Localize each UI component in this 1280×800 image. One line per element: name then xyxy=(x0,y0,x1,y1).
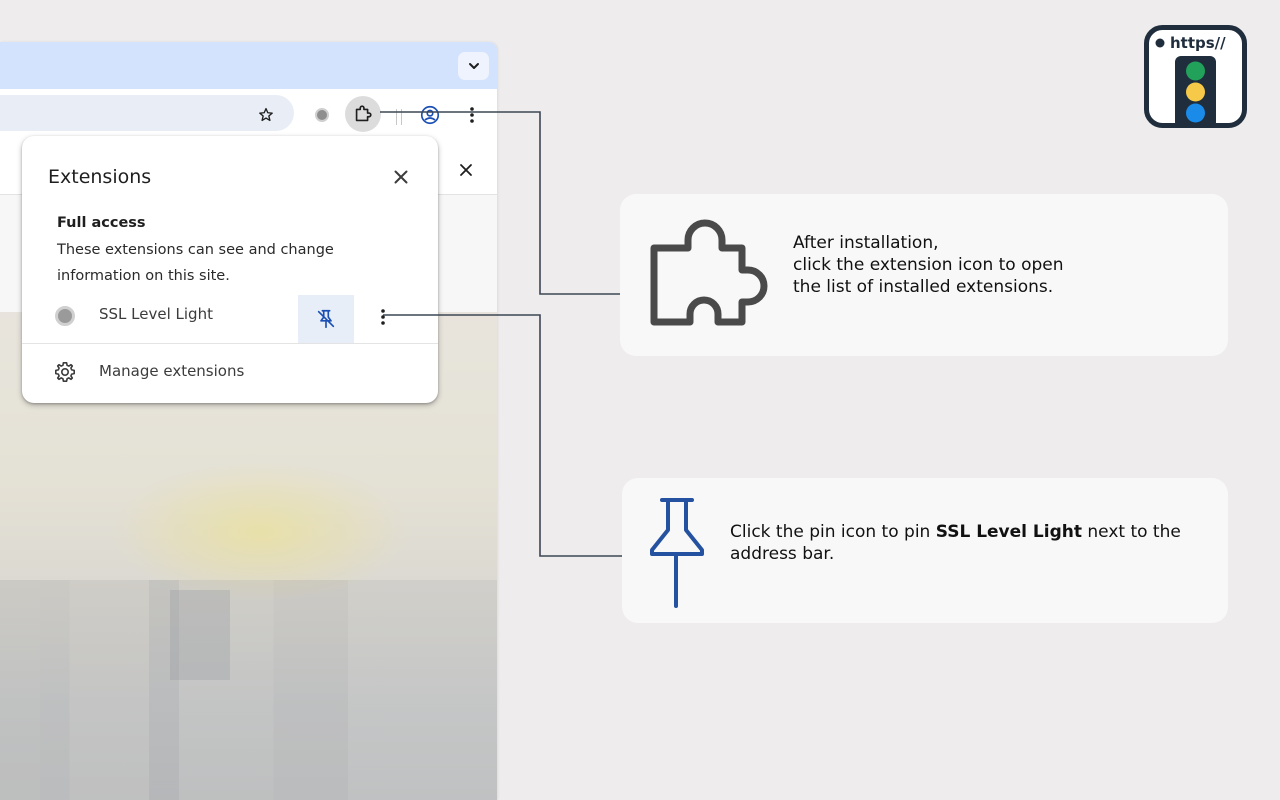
puzzle-icon xyxy=(355,105,372,122)
close-icon xyxy=(394,170,408,184)
kebab-menu-icon xyxy=(381,309,385,325)
popup-close-button[interactable] xyxy=(389,165,413,189)
browser-toolbar xyxy=(0,89,497,139)
callout-card-pin: Click the pin icon to pin SSL Level Ligh… xyxy=(622,478,1228,623)
extension-more-button[interactable] xyxy=(371,303,395,331)
popup-title: Extensions xyxy=(48,166,152,188)
callout-line: click the extension icon to open xyxy=(793,255,1064,275)
logo-text: https// xyxy=(1170,34,1226,52)
manage-extensions-label: Manage extensions xyxy=(99,362,245,380)
manage-extensions-row[interactable]: Manage extensions xyxy=(22,356,438,392)
extension-name: SSL Level Light xyxy=(99,305,213,323)
kebab-menu-icon xyxy=(470,107,474,123)
address-bar[interactable] xyxy=(0,95,294,131)
pin-button[interactable] xyxy=(298,295,354,343)
skyline-tower xyxy=(170,590,230,680)
callout-line: After installation, xyxy=(793,233,939,253)
callout-text-extensions: After installation, click the extension … xyxy=(793,232,1213,298)
extension-icon xyxy=(55,306,75,326)
profile-button[interactable] xyxy=(418,103,442,127)
callout-text-prefix: Click the pin icon to pin xyxy=(730,522,936,542)
gear-icon xyxy=(53,360,77,384)
infobar-close-button[interactable] xyxy=(455,159,477,181)
popup-divider xyxy=(22,343,438,344)
section-title: Full access xyxy=(57,215,146,231)
extensions-popup: Extensions Full access These extensions … xyxy=(22,136,438,403)
extension-icon xyxy=(315,108,329,122)
callout-card-extensions: After installation, click the extension … xyxy=(620,194,1228,356)
pin-icon xyxy=(650,498,704,608)
toolbar-divider xyxy=(401,109,402,125)
skyline xyxy=(0,580,497,800)
logo-light-blue xyxy=(1186,103,1205,123)
extension-row[interactable]: SSL Level Light xyxy=(22,293,438,343)
logo-light-green xyxy=(1186,61,1205,81)
browser-menu-button[interactable] xyxy=(460,103,484,127)
app-logo: https// xyxy=(1144,25,1247,128)
bookmark-star-button[interactable] xyxy=(254,103,278,127)
callout-text-pin: Click the pin icon to pin SSL Level Ligh… xyxy=(730,521,1210,565)
tab-strip xyxy=(0,42,497,89)
pinned-extension-button[interactable] xyxy=(310,103,334,127)
star-icon xyxy=(259,107,273,122)
profile-icon xyxy=(420,105,440,125)
tab-search-button[interactable] xyxy=(458,52,489,80)
puzzle-icon xyxy=(650,219,768,326)
extensions-puzzle-button[interactable] xyxy=(345,96,381,132)
logo-light-yellow xyxy=(1186,82,1205,102)
callout-line: the list of installed extensions. xyxy=(793,277,1054,297)
chevron-down-icon xyxy=(468,63,479,69)
section-description: These extensions can see and change info… xyxy=(57,242,334,284)
pin-icon xyxy=(317,309,335,329)
close-icon xyxy=(460,164,472,176)
toolbar-divider xyxy=(396,109,397,125)
callout-text-bold: SSL Level Light xyxy=(935,522,1082,542)
